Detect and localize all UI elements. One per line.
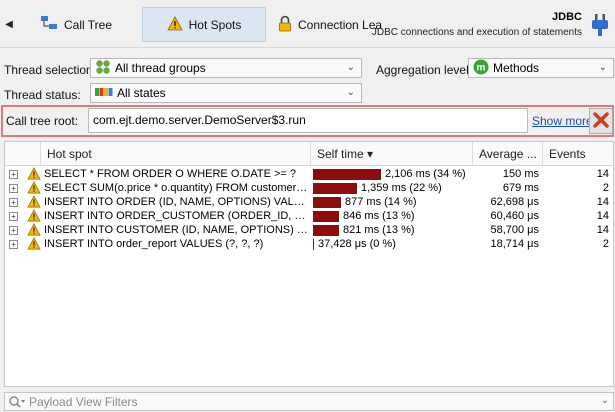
hot-spot-text: INSERT INTO order_report VALUES (?, ?, ?… [44,238,264,250]
self-time-text: 2,106 ms (34 %) [385,168,466,180]
column-header-self-time[interactable]: Self time ▾ [311,142,473,166]
table-row[interactable]: + INSERT INTO ORDER_CUSTOMER (ORDER_ID, C… [5,209,613,223]
aggregation-level-dropdown[interactable]: m Methods ⌄ [468,58,614,78]
self-time-bar [313,183,357,194]
hot-spot-text: INSERT INTO CUSTOMER (ID, NAME, OPTIONS)… [44,224,310,236]
lock-icon [278,15,292,35]
thread-selection-dropdown[interactable]: All thread groups ⌄ [90,58,362,78]
thread-status-label: Thread status: [4,88,81,102]
states-icon [95,86,113,100]
self-time-bar [313,211,339,222]
table-row[interactable]: + SELECT SUM(o.price * o.quantity) FROM c… [5,181,613,195]
aggregation-level-label: Aggregation level: [376,63,473,77]
table-header: Hot spot Self time ▾ Average ... Events [5,142,613,166]
events-count-text: 14 [596,196,609,208]
filter-funnel-icon [8,395,26,412]
events-count-text: 14 [596,168,609,180]
average-time-text: 18,714 μs [490,238,539,250]
thread-status-value: All states [117,86,166,100]
expand-toggle-icon[interactable]: + [9,240,18,249]
payload-view-filter-placeholder: Payload View Filters [29,395,138,409]
aggregation-level-value: Methods [493,61,540,75]
events-count-text: 14 [596,210,609,222]
methods-m-icon: m [473,59,489,78]
back-arrow-icon[interactable]: ◀ [2,14,16,34]
close-x-icon [593,111,609,131]
table-row[interactable]: + SELECT * FROM ORDER O WHERE O.DATE >= ?… [5,167,613,181]
self-time-text: 1,359 ms (22 %) [361,182,442,194]
chevron-down-icon: ⌄ [346,87,355,98]
average-time-text: 58,700 μs [490,224,539,236]
self-time-bar [313,197,341,208]
table-row[interactable]: + INSERT INTO CUSTOMER (ID, NAME, OPTIONS… [5,223,613,237]
call-tree-root-field[interactable]: com.ejt.demo.server.DemoServer$3.run [88,108,528,133]
self-time-text: 821 ms (13 %) [343,224,415,236]
hot-spots-table: Hot spot Self time ▾ Average ... Events … [4,141,614,387]
table-row[interactable]: + INSERT INTO order_report VALUES (?, ?, … [5,237,613,251]
expand-toggle-icon[interactable]: + [9,198,18,207]
thread-status-dropdown[interactable]: All states ⌄ [90,83,362,103]
chevron-down-icon: ⌄ [598,62,607,73]
self-time-bar [313,225,339,236]
self-time-text: 846 ms (13 %) [343,210,415,222]
tab-call-tree-label: Call Tree [64,17,113,32]
payload-view-filter-bar[interactable]: Payload View Filters ⌄ [4,392,614,411]
average-time-text: 679 ms [502,182,539,194]
hot-spot-text: SELECT SUM(o.price * o.quantity) FROM cu… [44,182,310,194]
tab-call-tree[interactable]: Call Tree [40,7,140,42]
self-time-text: 877 ms (14 %) [345,196,417,208]
self-time-text: 37,428 μs (0 %) [318,238,396,250]
column-header-events[interactable]: Events [543,142,613,166]
column-header-average[interactable]: Average ... [473,142,543,166]
call-tree-root-label: Call tree root: [6,114,79,128]
hot-spot-text: INSERT INTO ORDER (ID, NAME, OPTIONS) VA… [44,196,310,208]
probe-subtitle: JDBC connections and execution of statem… [371,27,582,38]
average-time-text: 62,698 μs [490,196,539,208]
chevron-down-icon: ⌄ [346,62,355,73]
chevron-down-icon: ⌄ [600,395,609,406]
plug-icon [589,12,611,38]
average-time-text: 60,460 μs [490,210,539,222]
hot-spot-text: SELECT * FROM ORDER O WHERE O.DATE >= ? [44,168,297,180]
hot-spot-text: INSERT INTO ORDER_CUSTOMER (ORDER_ID, CU… [44,210,310,222]
warning-icon [27,237,41,253]
svg-text:m: m [477,62,486,73]
table-row[interactable]: + INSERT INTO ORDER (ID, NAME, OPTIONS) V… [5,195,613,209]
thread-groups-icon [95,59,111,78]
view-tab-bar: ◀ Call Tree Hot Spots Connection Lea JDB… [0,0,615,48]
events-count-text: 2 [602,238,609,250]
expand-toggle-icon[interactable]: + [9,212,18,221]
tab-hot-spots-label: Hot Spots [188,17,242,32]
tab-connection-label: Connection Lea [298,17,383,32]
expand-toggle-icon[interactable]: + [9,184,18,193]
expand-column-header [5,142,41,166]
average-time-text: 150 ms [502,168,539,180]
events-count-text: 14 [596,224,609,236]
thread-selection-label: Thread selection: [4,63,97,77]
expand-toggle-icon[interactable]: + [9,170,18,179]
warning-icon [166,15,183,34]
column-header-hot-spot[interactable]: Hot spot [41,142,311,166]
expand-toggle-icon[interactable]: + [9,226,18,235]
show-more-link[interactable]: Show more [532,114,593,128]
self-time-bar [313,239,314,250]
events-count-text: 2 [602,182,609,194]
thread-selection-value: All thread groups [115,61,206,75]
remove-call-tree-root-button[interactable] [589,108,613,134]
self-time-bar [313,169,381,180]
call-tree-icon [40,15,58,34]
tab-hot-spots[interactable]: Hot Spots [142,7,266,42]
probe-title: JDBC [552,11,582,23]
